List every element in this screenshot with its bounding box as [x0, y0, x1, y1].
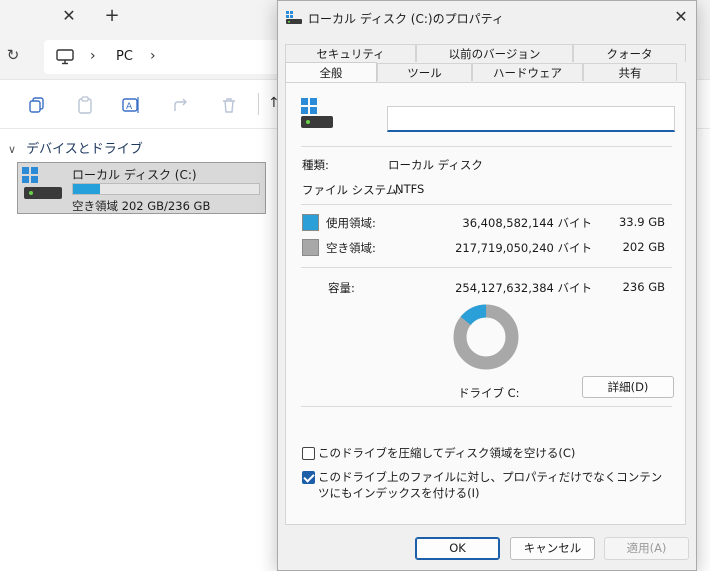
type-value: ローカル ディスク: [388, 158, 483, 172]
rename-icon[interactable]: A: [122, 96, 140, 114]
tab-row-bottom: 全般 ツール ハードウェア 共有: [285, 62, 677, 82]
close-tab-icon[interactable]: ✕: [60, 7, 78, 25]
divider: [301, 406, 672, 407]
free-space-size: 202 GB: [622, 240, 665, 254]
tab-sharing[interactable]: 共有: [583, 63, 677, 81]
file-system-label: ファイル システム:: [302, 183, 402, 197]
used-space-label: 使用領域:: [326, 216, 376, 230]
ok-button[interactable]: OK: [415, 537, 500, 560]
tab-previous-versions[interactable]: 以前のバージョン: [416, 44, 573, 62]
used-space-swatch: [302, 214, 319, 231]
drive-usage-bar-fill: [73, 184, 100, 194]
free-space-label: 空き領域:: [326, 241, 376, 255]
divider: [301, 267, 672, 268]
drive-title-icon: [286, 11, 302, 24]
tab-tools[interactable]: ツール: [377, 63, 472, 81]
devices-group-title: デバイスとドライブ: [26, 142, 143, 157]
dialog-title: ローカル ディスク (C:)のプロパティ: [308, 12, 504, 26]
windows-logo-icon: [22, 167, 38, 183]
share-icon[interactable]: [172, 96, 190, 114]
hard-drive-icon: [301, 116, 333, 128]
tab-row-top: セキュリティ 以前のバージョン クォータ: [285, 44, 686, 62]
svg-text:A: A: [126, 102, 133, 112]
new-tab-icon[interactable]: +: [103, 6, 121, 26]
refresh-icon[interactable]: ↻: [4, 46, 22, 66]
tab-quota[interactable]: クォータ: [573, 44, 686, 62]
delete-icon[interactable]: [220, 96, 238, 114]
hard-drive-icon: [24, 187, 62, 199]
compress-label[interactable]: このドライブを圧縮してディスク領域を空ける(C): [318, 445, 678, 461]
capacity-label: 容量:: [328, 281, 355, 295]
index-checkbox[interactable]: [302, 471, 315, 484]
devices-group-header[interactable]: ∨ デバイスとドライブ: [8, 138, 143, 157]
drive-letter-label: ドライブ C:: [458, 386, 520, 400]
used-space-bytes: 36,408,582,144 バイト: [462, 216, 592, 230]
drive-free-space: 空き領域 202 GB/236 GB: [72, 199, 211, 213]
free-space-bytes: 217,719,050,240 バイト: [455, 241, 592, 255]
details-button[interactable]: 詳細(D): [582, 376, 674, 398]
tab-general[interactable]: 全般: [285, 62, 377, 82]
chevron-down-icon: ∨: [8, 143, 17, 156]
divider: [301, 204, 672, 205]
capacity-size: 236 GB: [622, 280, 665, 294]
drive-tile-c[interactable]: ローカル ディスク (C:) 空き領域 202 GB/236 GB: [17, 162, 266, 214]
volume-name-input[interactable]: [387, 106, 675, 132]
breadcrumb-chevron-icon[interactable]: ›: [150, 48, 156, 64]
drive-usage-bar: [72, 183, 260, 195]
breadcrumb-chevron-icon[interactable]: ›: [90, 48, 96, 64]
windows-logo-icon: [301, 98, 317, 114]
capacity-bytes: 254,127,632,384 バイト: [455, 281, 592, 295]
monitor-icon: [56, 49, 74, 65]
type-label: 種類:: [302, 158, 329, 172]
tab-security[interactable]: セキュリティ: [285, 44, 416, 62]
index-label[interactable]: このドライブ上のファイルに対し、プロパティだけでなくコンテンツにもインデックスを…: [318, 469, 668, 501]
breadcrumb-pc[interactable]: PC: [116, 49, 133, 64]
usage-donut-chart: [453, 304, 519, 370]
used-space-size: 33.9 GB: [618, 215, 665, 229]
apply-button[interactable]: 適用(A): [604, 537, 689, 560]
general-tab-panel: 種類: ローカル ディスク ファイル システム: NTFS 使用領域: 36,4…: [285, 82, 686, 525]
compress-checkbox[interactable]: [302, 447, 315, 460]
tab-hardware[interactable]: ハードウェア: [472, 63, 583, 81]
divider: [301, 146, 672, 147]
properties-dialog: ローカル ディスク (C:)のプロパティ ✕ セキュリティ 以前のバージョン ク…: [277, 0, 697, 571]
cancel-button[interactable]: キャンセル: [510, 537, 595, 560]
free-space-swatch: [302, 239, 319, 256]
drive-name: ローカル ディスク (C:): [72, 168, 197, 182]
toolbar-separator: [258, 93, 259, 115]
copy-icon[interactable]: [28, 96, 46, 114]
close-icon[interactable]: ✕: [671, 7, 691, 27]
paste-icon[interactable]: [76, 96, 94, 114]
file-system-value: NTFS: [395, 182, 425, 196]
